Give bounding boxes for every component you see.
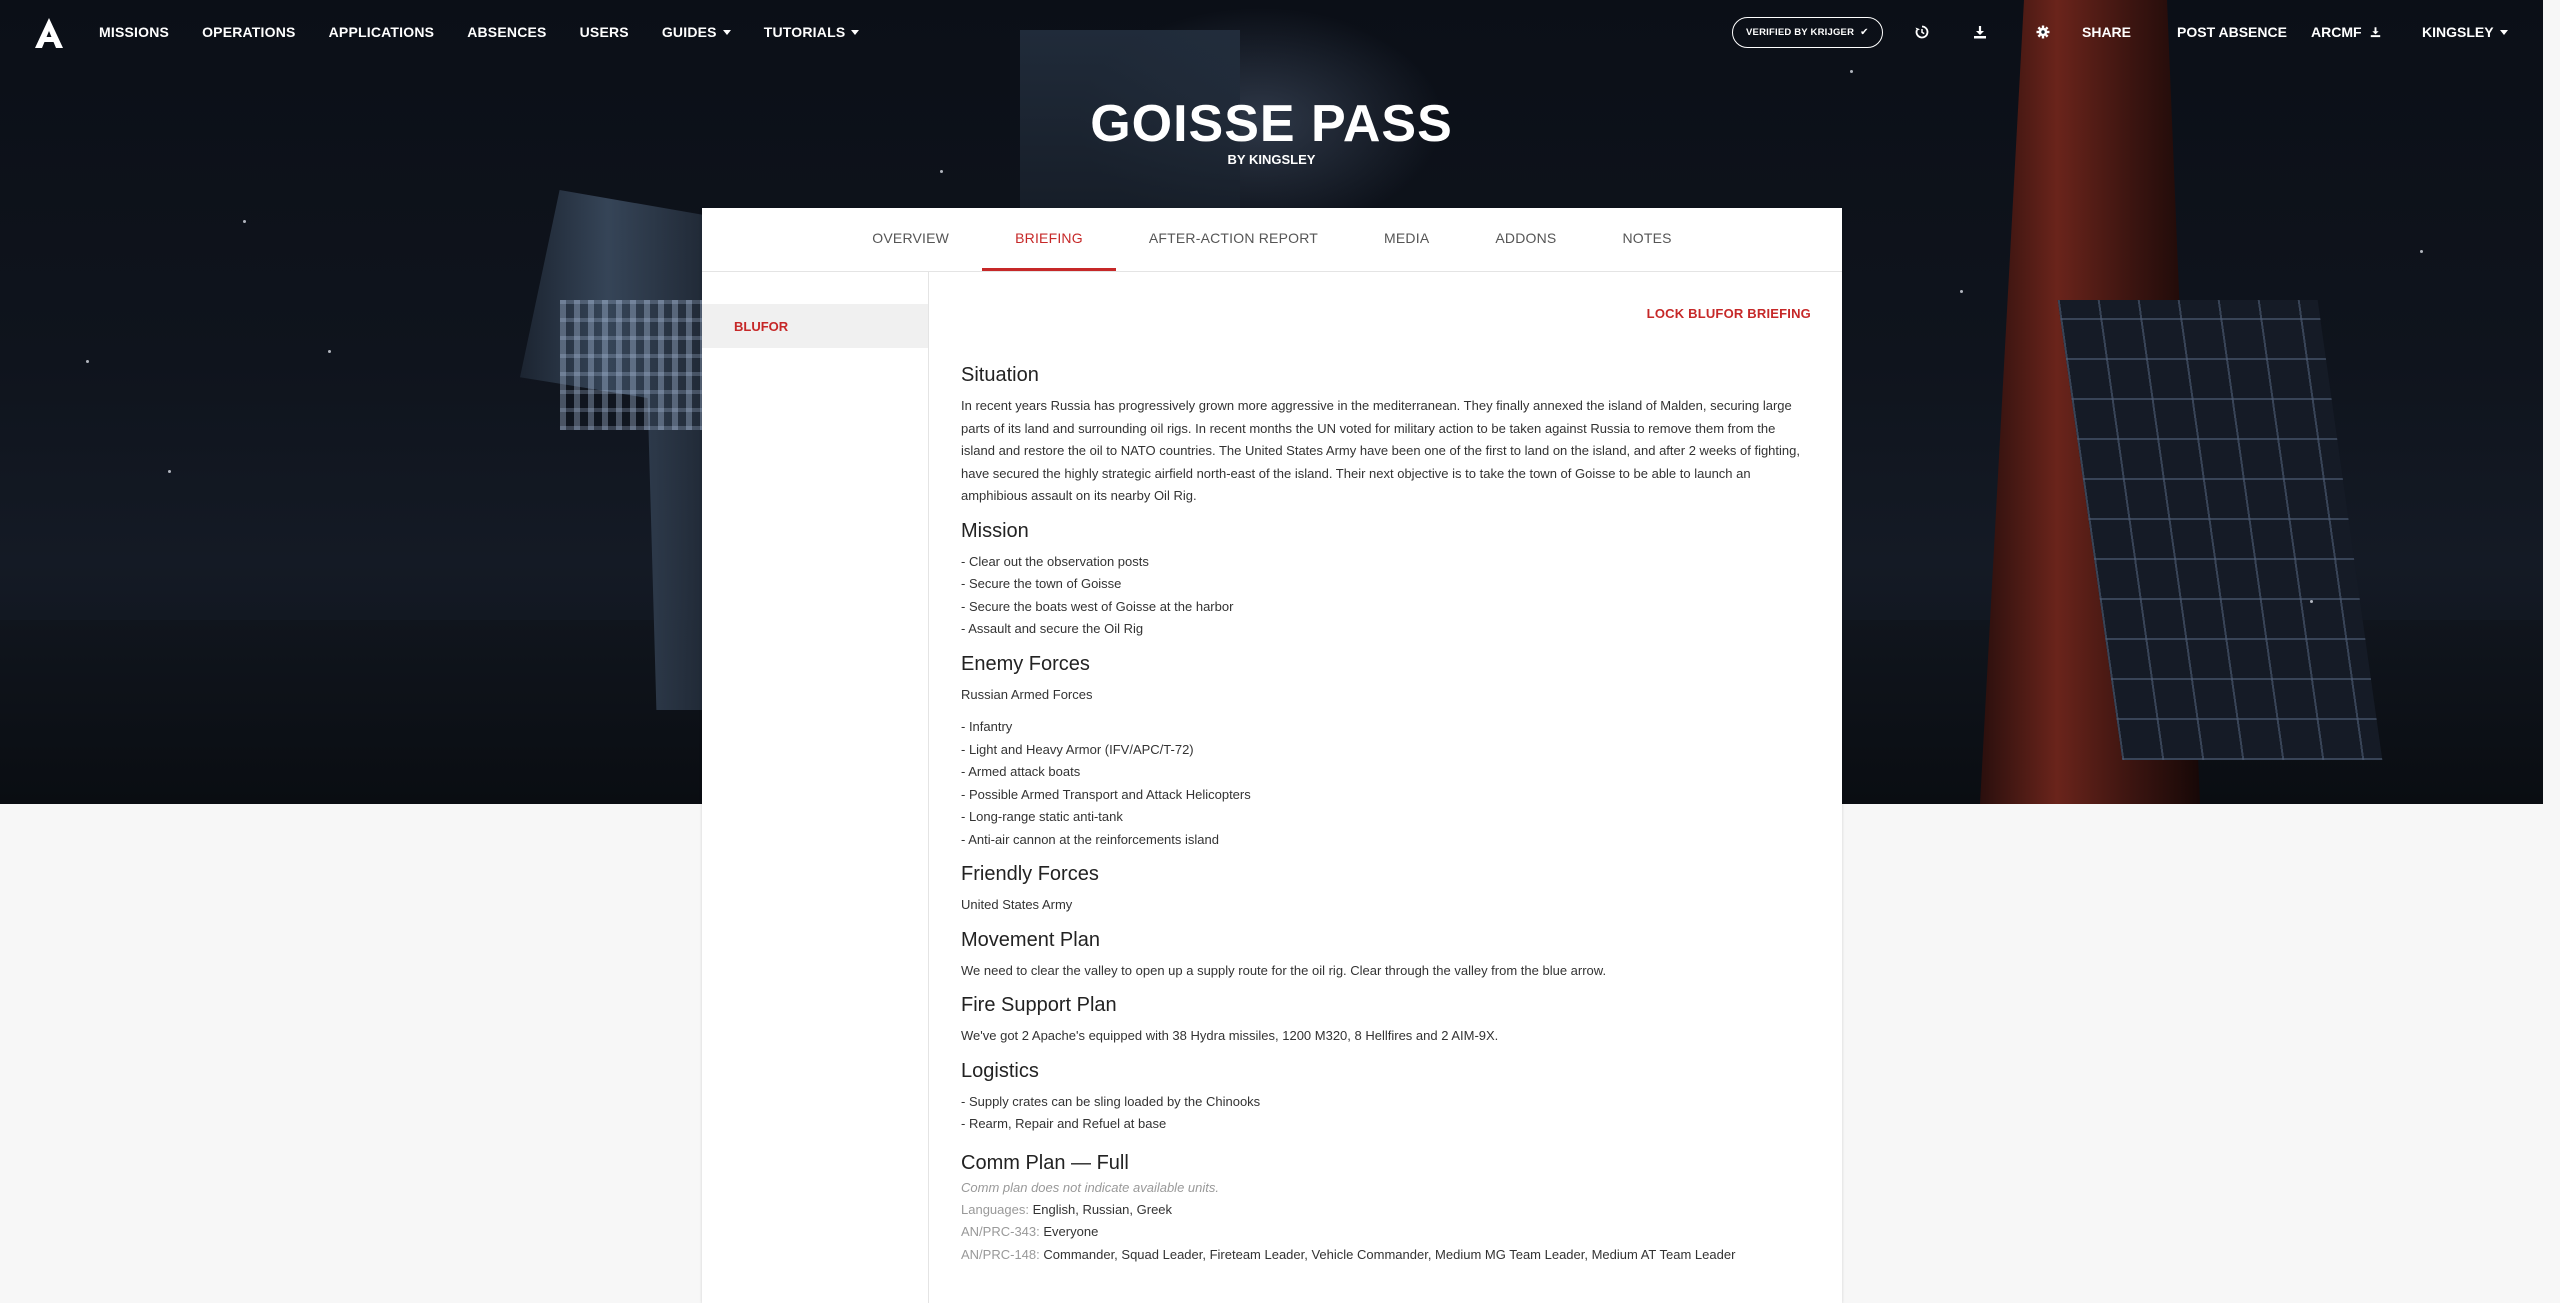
- comm-plan-heading: Comm Plan — Full: [961, 1151, 1129, 1174]
- top-navbar: MISSIONS OPERATIONS APPLICATIONS ABSENCE…: [0, 0, 2543, 64]
- movement-plan-heading: Movement Plan: [961, 928, 1100, 951]
- nav-operations[interactable]: OPERATIONS: [202, 24, 296, 40]
- list-item: - Armed attack boats: [961, 764, 1081, 779]
- list-item: - Anti-air cannon at the reinforcements …: [961, 831, 1219, 847]
- list-item: - Secure the boats west of Goisse at the…: [961, 598, 1234, 614]
- situation-heading: Situation: [961, 364, 1039, 386]
- lock-briefing-button[interactable]: LOCK BLUFOR BRIEFING: [1647, 306, 1811, 321]
- arcmf-download-button[interactable]: ARCMF: [2311, 0, 2381, 64]
- verified-badge[interactable]: VERIFIED BY KRIJGER ✔: [1732, 17, 1883, 48]
- friendly-forces-text: United States Army: [961, 897, 1073, 912]
- logistics-heading: Logistics: [961, 1059, 1039, 1082]
- caret-down-icon: [722, 29, 731, 35]
- post-absence-label: POST ABSENCE: [2177, 24, 2287, 40]
- list-item: - Long-range static anti-tank: [961, 809, 1123, 824]
- mission-list: - Clear out the observation posts - Secu…: [961, 551, 1811, 641]
- sidebar-item-blufor[interactable]: BLUFOR: [702, 304, 928, 348]
- list-item: - Rearm, Repair and Refuel at base: [961, 1116, 1167, 1131]
- share-button[interactable]: SHARE: [2082, 0, 2131, 64]
- mission-author: BY KINGSLEY: [1227, 152, 1316, 167]
- list-item: - Secure the town of Goisse: [961, 576, 1122, 591]
- comm-radio2-row: AN/PRC-148: Commander, Squad Leader, Fir…: [961, 1244, 1811, 1267]
- enemy-forces-heading: Enemy Forces: [961, 652, 1090, 675]
- tab-briefing[interactable]: BRIEFING: [982, 208, 1116, 271]
- nav-tutorials-dropdown[interactable]: TUTORIALS: [764, 24, 860, 40]
- list-item: - Assault and secure the Oil Rig: [961, 621, 1144, 636]
- nav-users-label: USERS: [579, 24, 629, 40]
- nav-absences[interactable]: ABSENCES: [467, 24, 546, 40]
- oil-rig-windows: [560, 300, 710, 430]
- nav-tutorials-label: TUTORIALS: [763, 24, 846, 40]
- briefing-sidebar: BLUFOR: [702, 272, 929, 1303]
- list-item: - Light and Heavy Armor (IFV/APC/T-72): [961, 741, 1194, 757]
- download-icon[interactable]: [1970, 22, 1990, 42]
- nav-absences-label: ABSENCES: [467, 24, 547, 40]
- comm-radio2-key: AN/PRC-148:: [961, 1246, 1040, 1262]
- mission-title: GOISSE PASS: [1090, 95, 1453, 153]
- comm-radio1-value: Everyone: [1043, 1224, 1099, 1239]
- tab-overview[interactable]: OVERVIEW: [839, 208, 982, 271]
- list-item: - Infantry: [961, 719, 1013, 734]
- check-icon: ✔: [1860, 27, 1869, 38]
- enemy-forces-list: - Infantry - Light and Heavy Armor (IFV/…: [961, 716, 1811, 851]
- caret-down-icon: [851, 29, 860, 35]
- download-icon: [2370, 27, 2380, 38]
- nav-guides-label: GUIDES: [661, 24, 717, 40]
- history-icon[interactable]: [1912, 22, 1932, 42]
- arcmf-label: ARCMF: [2311, 24, 2362, 40]
- post-absence-button[interactable]: POST ABSENCE: [2177, 0, 2287, 64]
- gear-icon[interactable]: [2033, 22, 2053, 42]
- tab-media[interactable]: MEDIA: [1351, 208, 1462, 271]
- fire-support-heading: Fire Support Plan: [961, 994, 1117, 1016]
- situation-text: In recent years Russia has progressively…: [961, 398, 1800, 503]
- verified-label: VERIFIED BY KRIJGER: [1746, 27, 1855, 38]
- nav-users[interactable]: USERS: [580, 24, 629, 40]
- comm-radio1-row: AN/PRC-343: Everyone: [961, 1221, 1811, 1244]
- tab-addons[interactable]: ADDONS: [1462, 208, 1589, 271]
- nav-missions-label: MISSIONS: [99, 24, 170, 40]
- tab-after-action-report[interactable]: AFTER-ACTION REPORT: [1116, 208, 1351, 271]
- list-item: - Clear out the observation posts: [961, 553, 1149, 569]
- caret-down-icon: [2499, 29, 2508, 35]
- user-label: KINGSLEY: [2422, 24, 2494, 40]
- movement-plan-text: We need to clear the valley to open up a…: [961, 962, 1607, 978]
- list-item: - Possible Armed Transport and Attack He…: [961, 786, 1251, 802]
- comm-plan-note: Comm plan does not indicate available un…: [961, 1179, 1219, 1195]
- nav-guides-dropdown[interactable]: GUIDES: [662, 24, 731, 40]
- mission-tabs: OVERVIEW BRIEFING AFTER-ACTION REPORT ME…: [702, 208, 1842, 272]
- mission-card: OVERVIEW BRIEFING AFTER-ACTION REPORT ME…: [702, 208, 1842, 1303]
- comm-radio2-value: Commander, Squad Leader, Fireteam Leader…: [1043, 1246, 1736, 1262]
- briefing-content: LOCK BLUFOR BRIEFING Situation In recent…: [961, 272, 1811, 1266]
- nav-applications-label: APPLICATIONS: [328, 24, 435, 40]
- comm-languages-value: English, Russian, Greek: [1032, 1201, 1173, 1217]
- nav-applications[interactable]: APPLICATIONS: [329, 24, 435, 40]
- arcomm-logo-icon[interactable]: [32, 16, 66, 50]
- nav-missions[interactable]: MISSIONS: [99, 24, 169, 40]
- list-item: - Supply crates can be sling loaded by t…: [961, 1093, 1261, 1109]
- comm-radio1-key: AN/PRC-343:: [961, 1224, 1040, 1239]
- comm-languages-row: Languages: English, Russian, Greek: [961, 1199, 1811, 1222]
- enemy-forces-intro: Russian Armed Forces: [961, 686, 1093, 702]
- nav-operations-label: OPERATIONS: [202, 24, 296, 40]
- share-label: SHARE: [2082, 24, 2132, 40]
- friendly-forces-heading: Friendly Forces: [961, 863, 1099, 885]
- user-menu-dropdown[interactable]: KINGSLEY: [2422, 0, 2508, 64]
- fire-support-text: We've got 2 Apache's equipped with 38 Hy…: [961, 1028, 1499, 1043]
- comm-languages-key: Languages:: [961, 1201, 1029, 1217]
- tab-notes[interactable]: NOTES: [1589, 208, 1704, 271]
- logistics-list: - Supply crates can be sling loaded by t…: [961, 1091, 1811, 1136]
- mission-heading: Mission: [961, 519, 1029, 542]
